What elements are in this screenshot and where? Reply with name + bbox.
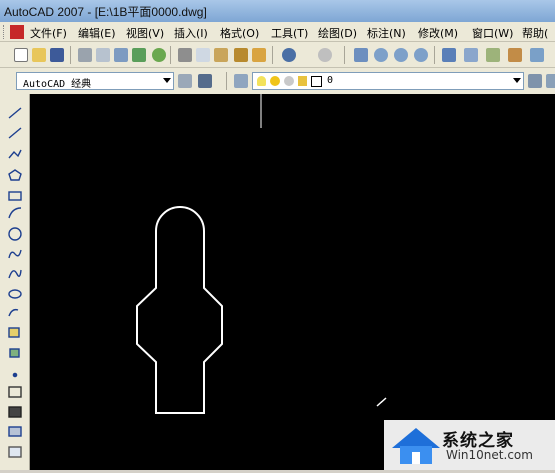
layer-dropdown[interactable]: 0	[252, 72, 524, 90]
tool-palettes-icon[interactable]	[484, 46, 502, 64]
open-file-icon[interactable]	[30, 46, 48, 64]
drawing-canvas[interactable]	[30, 94, 555, 470]
window-title: AutoCAD 2007 - [E:\1B平面0000.dwg]	[4, 5, 207, 19]
zoom-realtime-icon[interactable]	[372, 46, 390, 64]
save-icon[interactable]	[48, 46, 66, 64]
title-bar: AutoCAD 2007 - [E:\1B平面0000.dwg]	[0, 0, 555, 22]
autocad-app-icon[interactable]	[10, 25, 24, 39]
spline-icon	[8, 269, 22, 279]
workspace-dropdown[interactable]: AutoCAD 经典	[16, 72, 174, 90]
publish-icon[interactable]	[112, 46, 130, 64]
polyline-icon	[8, 149, 22, 159]
standard-toolbar	[0, 42, 555, 68]
polygon-icon	[8, 169, 22, 181]
toolbar-separator	[70, 46, 71, 64]
zoom-previous-icon[interactable]	[412, 46, 430, 64]
menu-draw[interactable]: 绘图(D)	[318, 25, 357, 41]
toolbar-separator	[226, 72, 227, 90]
hatch-icon	[8, 386, 22, 398]
draw-toolbar	[0, 94, 30, 470]
toolbar-separator	[170, 46, 171, 64]
layer-previous-icon[interactable]	[544, 72, 555, 90]
chevron-down-icon[interactable]	[513, 78, 521, 83]
menu-edit[interactable]: 编辑(E)	[78, 25, 116, 41]
toolbar-separator	[344, 46, 345, 64]
menu-file[interactable]: 文件(F)	[30, 25, 67, 41]
ellipse-arc-icon	[8, 308, 19, 317]
pan-icon[interactable]	[352, 46, 370, 64]
toolbar-separator	[434, 46, 435, 64]
watermark-logo: 系统之家 Win10net.com	[384, 420, 555, 470]
copy-icon[interactable]	[194, 46, 212, 64]
rectangle-icon	[8, 191, 22, 201]
match-properties-icon[interactable]	[232, 46, 250, 64]
menu-window[interactable]: 窗口(W)	[472, 25, 513, 41]
table-icon	[8, 446, 22, 458]
menu-insert[interactable]: 插入(I)	[174, 25, 208, 41]
markup-set-manager-icon[interactable]	[528, 46, 546, 64]
layer-name-value: 0	[327, 75, 334, 86]
menu-bar: 文件(F) 编辑(E) 视图(V) 插入(I) 格式(O) 工具(T) 绘图(D…	[0, 22, 555, 42]
properties-icon[interactable]	[440, 46, 458, 64]
menu-modify[interactable]: 修改(M)	[418, 25, 458, 41]
layer-color-swatch-icon[interactable]	[311, 76, 322, 87]
insert-block-icon	[8, 327, 20, 338]
workspace-settings-icon[interactable]	[176, 72, 194, 90]
lock-icon[interactable]	[298, 76, 307, 86]
revision-cloud-icon	[8, 249, 22, 259]
sheet-set-manager-icon[interactable]	[506, 46, 524, 64]
menu-tools[interactable]: 工具(T)	[271, 25, 308, 41]
menu-view[interactable]: 视图(V)	[126, 25, 164, 41]
make-object-layer-current-icon[interactable]	[526, 72, 544, 90]
region-icon	[8, 426, 22, 437]
dwf-publish-icon[interactable]	[130, 46, 148, 64]
redo-icon[interactable]	[316, 46, 334, 64]
draw-toolbar-icons	[8, 107, 22, 458]
viewport-freeze-icon[interactable]	[284, 76, 294, 86]
lightbulb-icon[interactable]	[257, 76, 266, 86]
menubar-grip[interactable]	[3, 25, 7, 39]
make-block-icon	[9, 348, 20, 358]
block-editor-icon[interactable]	[250, 46, 268, 64]
new-file-icon[interactable]	[12, 46, 30, 64]
menu-format[interactable]: 格式(O)	[220, 25, 259, 41]
chevron-down-icon[interactable]	[163, 78, 171, 83]
toolbar-separator	[272, 46, 273, 64]
undo-icon[interactable]	[280, 46, 298, 64]
cursor-mark	[376, 397, 387, 407]
drawing-area	[136, 94, 387, 414]
print-icon[interactable]	[76, 46, 94, 64]
paste-icon[interactable]	[212, 46, 230, 64]
menu-help[interactable]: 帮助(	[522, 25, 548, 41]
house-logo-icon	[392, 428, 440, 464]
print-preview-icon[interactable]	[94, 46, 112, 64]
sun-icon[interactable]	[270, 76, 280, 86]
menu-dimension[interactable]: 标注(N)	[367, 25, 406, 41]
drawn-shape-outline[interactable]	[136, 206, 223, 414]
layer-manager-icon[interactable]	[232, 72, 250, 90]
arc-icon	[8, 207, 22, 219]
watermark-url: Win10net.com	[446, 448, 533, 462]
workspaces-layers-toolbar: AutoCAD 经典 0	[0, 68, 555, 94]
construction-line-icon	[8, 127, 22, 139]
workspace-dropdown-value: AutoCAD 经典	[23, 79, 92, 90]
cut-icon[interactable]	[176, 46, 194, 64]
gradient-icon	[8, 406, 22, 418]
line-tool-icon	[8, 107, 22, 119]
zoom-window-icon[interactable]	[392, 46, 410, 64]
save-workspace-icon[interactable]	[196, 72, 214, 90]
etransmit-icon[interactable]	[150, 46, 168, 64]
ellipse-icon	[8, 289, 22, 299]
circle-icon	[8, 227, 22, 241]
point-icon	[12, 372, 18, 378]
design-center-icon[interactable]	[462, 46, 480, 64]
